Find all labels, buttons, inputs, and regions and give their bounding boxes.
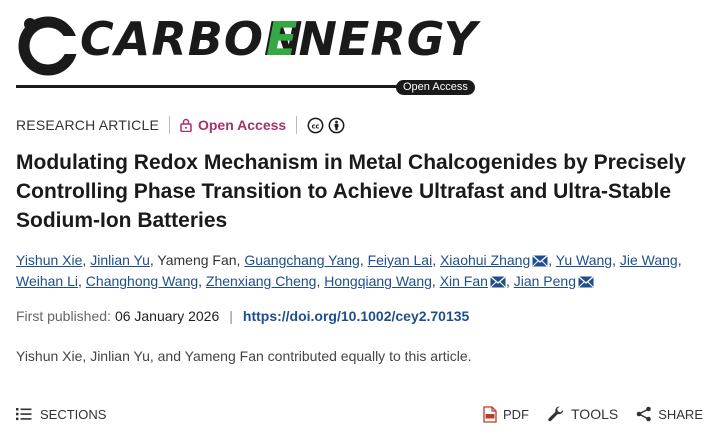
share-icon	[636, 406, 652, 422]
pdf-button[interactable]: PDF	[483, 405, 529, 423]
carbon-c-logo-icon	[18, 16, 86, 76]
author-name[interactable]: Hongqiang Wang	[324, 273, 432, 289]
meta-divider	[168, 116, 170, 134]
article-toolbar: SECTIONS PDF TOOLS SHARE	[0, 398, 711, 430]
author-separator: ,	[431, 273, 440, 289]
svg-text:cc: cc	[312, 122, 320, 130]
open-access-label[interactable]: Open Access	[198, 117, 286, 133]
journal-logo[interactable]: CARBON ENERGY Open Access	[16, 12, 478, 96]
email-icon[interactable]	[490, 276, 506, 288]
author-name[interactable]: Xin Fan	[440, 273, 488, 289]
share-label: SHARE	[658, 406, 703, 422]
author-list: Yishun Xie, Jinlian Yu, Yameng Fan, Guan…	[16, 250, 706, 292]
wrench-icon	[548, 406, 564, 422]
pdf-file-icon	[483, 405, 497, 423]
author-name[interactable]: Changhong Wang	[86, 273, 198, 289]
publication-date: 06 January 2026	[114, 308, 220, 324]
author-name[interactable]: Feiyan Lai	[368, 252, 433, 268]
tools-button[interactable]: TOOLS	[547, 405, 618, 423]
publication-separator: |	[229, 308, 233, 324]
attribution-icon	[328, 117, 345, 133]
author-separator: ,	[78, 273, 86, 289]
first-published-label: First published:	[16, 308, 111, 324]
journal-name-energy: ENERGY	[266, 12, 478, 66]
sections-label: SECTIONS	[40, 406, 107, 422]
equal-contribution-note: Yishun Xie, Jinlian Yu, and Yameng Fan c…	[16, 348, 472, 364]
article-meta-row: RESEARCH ARTICLE Open Access cc	[16, 114, 345, 136]
sections-button[interactable]: SECTIONS	[16, 407, 106, 422]
publication-info: First published: 06 January 2026 | https…	[16, 306, 469, 326]
author-separator: ,	[432, 252, 440, 268]
author-name[interactable]: Yishun Xie	[16, 252, 82, 268]
author-name: Yameng Fan	[157, 252, 237, 268]
email-icon[interactable]	[532, 255, 548, 267]
logo-underline	[16, 85, 406, 88]
author-name[interactable]: Jian Peng	[514, 273, 576, 289]
author-name[interactable]: Xiaohui Zhang	[440, 252, 530, 268]
article-type: RESEARCH ARTICLE	[16, 117, 159, 133]
list-icon	[16, 408, 32, 421]
author-name[interactable]: Yu Wang	[556, 252, 612, 268]
author-name[interactable]: Weihan Li	[16, 273, 78, 289]
author-name[interactable]: Jinlian Yu	[90, 252, 150, 268]
license-icons[interactable]: cc	[307, 117, 345, 134]
author-separator: ,	[198, 273, 206, 289]
email-icon[interactable]	[578, 276, 594, 288]
author-name[interactable]: Jie Wang	[620, 252, 678, 268]
logo-open-access-badge: Open Access	[396, 80, 475, 95]
author-separator: ,	[677, 252, 682, 268]
author-separator: ,	[548, 252, 556, 268]
author-name[interactable]: Guangchang Yang	[244, 252, 359, 268]
pdf-label: PDF	[503, 406, 529, 422]
author-name[interactable]: Zhenxiang Cheng	[206, 273, 317, 289]
lock-open-icon	[180, 118, 192, 132]
share-button[interactable]: SHARE	[636, 406, 703, 422]
tools-label: TOOLS	[571, 406, 619, 422]
author-separator: ,	[612, 252, 620, 268]
creative-commons-icon: cc	[307, 117, 324, 133]
toolbar-actions: PDF TOOLS SHARE	[483, 405, 703, 423]
author-separator: ,	[505, 273, 514, 289]
doi-link[interactable]: https://doi.org/10.1002/cey2.70135	[243, 308, 469, 324]
author-separator: ,	[359, 252, 368, 268]
article-title: Modulating Redox Mechanism in Metal Chal…	[16, 151, 686, 232]
meta-divider	[296, 116, 298, 134]
